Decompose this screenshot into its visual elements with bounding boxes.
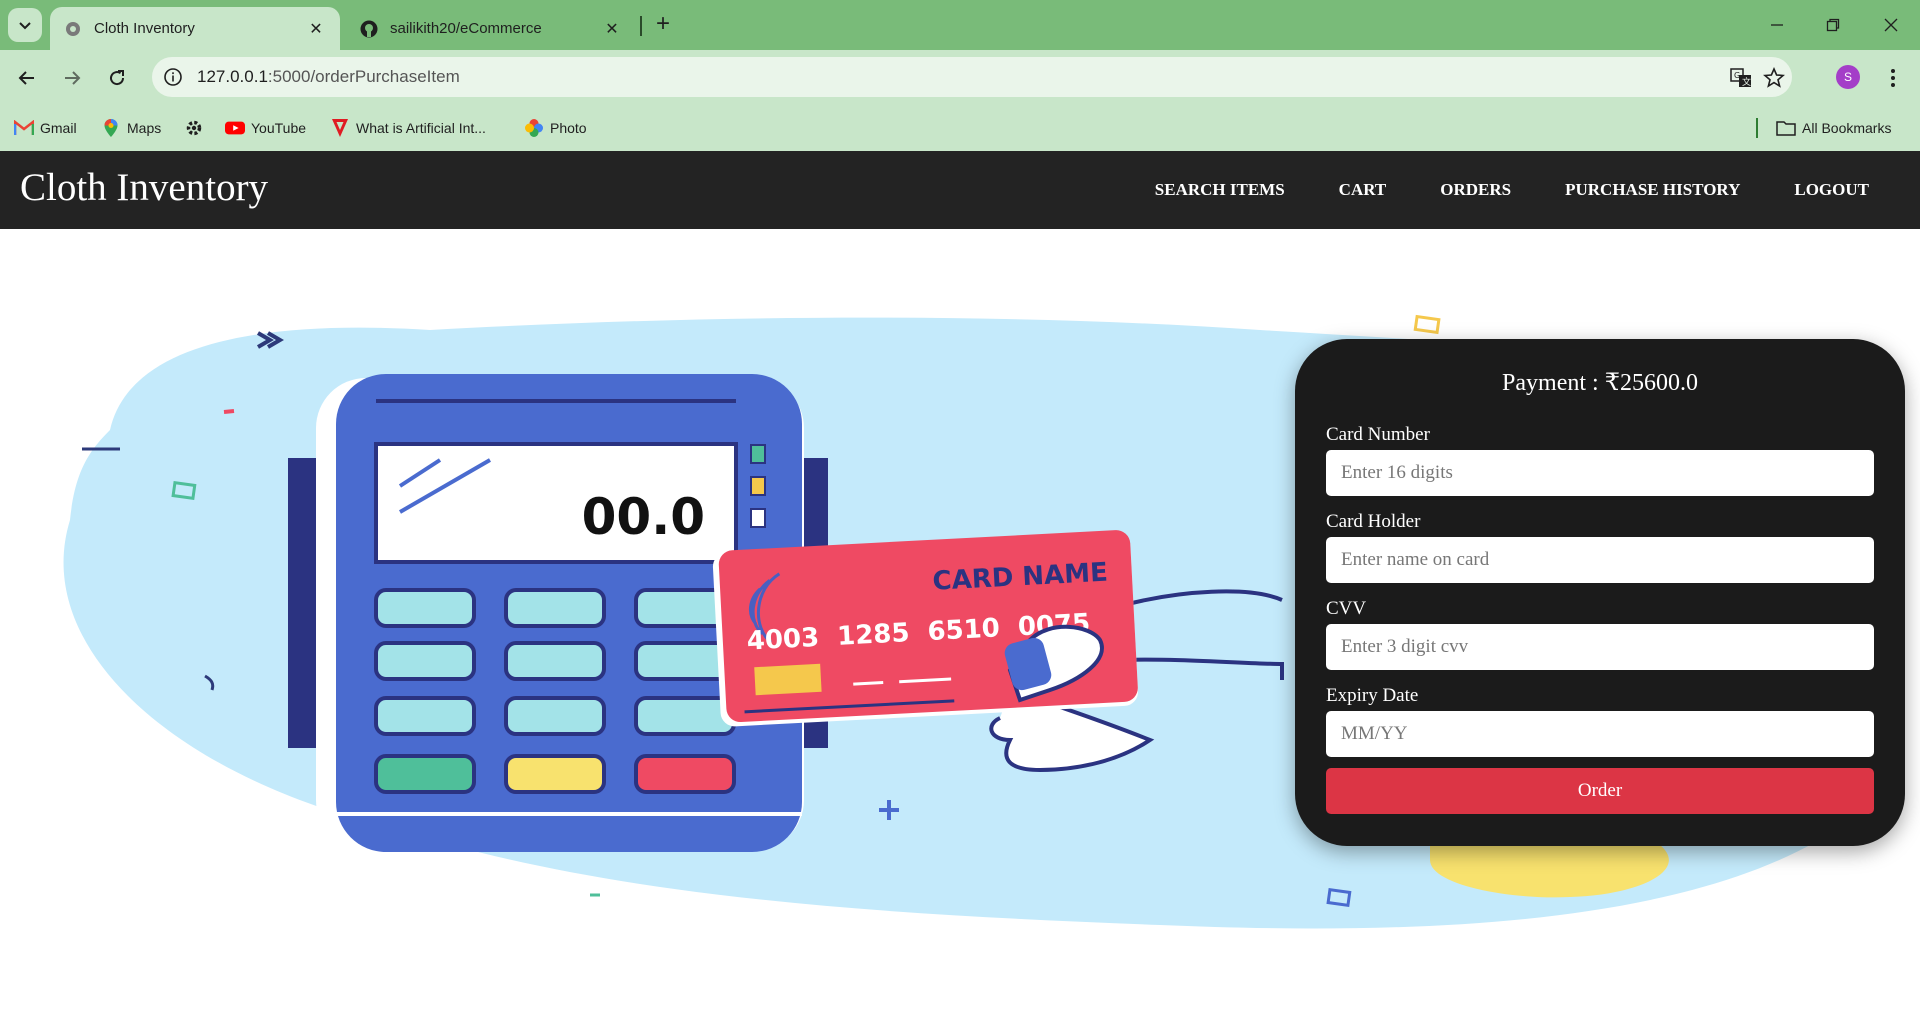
- nav-search-items[interactable]: SEARCH ITEMS: [1155, 180, 1285, 200]
- expiry-date-input[interactable]: [1326, 711, 1874, 757]
- profile-avatar[interactable]: S: [1836, 65, 1860, 89]
- tab-github[interactable]: sailikith20/eCommerce ✕: [346, 7, 636, 50]
- restore-icon: [1826, 18, 1840, 32]
- minimize-button[interactable]: [1752, 8, 1802, 42]
- youtube-icon: [225, 118, 245, 138]
- bookmark-artificial-intelligence[interactable]: What is Artificial Int...: [330, 116, 486, 140]
- url-host: 127.0.0.1: [197, 67, 268, 86]
- tab-search-button[interactable]: [8, 8, 42, 42]
- all-bookmarks[interactable]: All Bookmarks: [1776, 116, 1891, 140]
- card-number-label: Card Number: [1326, 424, 1430, 445]
- github-icon: [360, 20, 378, 38]
- red-dash-decoration: [223, 409, 235, 414]
- bookmark-maps[interactable]: Maps: [101, 116, 161, 140]
- reload-button[interactable]: [102, 63, 132, 93]
- close-window-button[interactable]: [1866, 8, 1916, 42]
- bookmark-label: Gmail: [40, 120, 77, 136]
- tab-title: Cloth Inventory: [94, 20, 195, 37]
- close-icon[interactable]: ✕: [306, 19, 326, 39]
- nav-orders[interactable]: ORDERS: [1440, 180, 1511, 200]
- nav-purchase-history[interactable]: PURCHASE HISTORY: [1565, 180, 1740, 200]
- bookmark-settings[interactable]: [184, 116, 210, 140]
- tab-title: sailikith20/eCommerce: [390, 20, 542, 37]
- bookmark-label: All Bookmarks: [1802, 120, 1892, 136]
- bookmark-label: Maps: [127, 120, 162, 136]
- order-button[interactable]: Order: [1326, 768, 1874, 814]
- nav-logout[interactable]: LOGOUT: [1794, 180, 1869, 200]
- tab-separator: [640, 16, 642, 36]
- terminal-display-text: 00.0: [582, 488, 705, 546]
- maps-icon: [101, 118, 121, 138]
- forward-button[interactable]: [57, 63, 87, 93]
- diamond-decoration-3: [1413, 314, 1441, 335]
- arrow-right-icon: [65, 71, 81, 85]
- globe-icon: [64, 20, 82, 38]
- nav-cart[interactable]: CART: [1339, 180, 1387, 200]
- card-number-input[interactable]: [1326, 450, 1874, 496]
- indicator-green: [750, 444, 766, 464]
- address-bar[interactable]: 127.0.0.1:5000/orderPurchaseItem G文: [152, 57, 1792, 97]
- expiry-date-label: Expiry Date: [1326, 685, 1419, 706]
- star-icon[interactable]: [1761, 65, 1787, 91]
- cvv-input[interactable]: [1326, 624, 1874, 670]
- bookmarks-separator: [1756, 118, 1758, 138]
- svg-text:文: 文: [1742, 76, 1751, 88]
- reload-icon: [110, 70, 125, 86]
- menu-button[interactable]: [1880, 63, 1906, 93]
- bookmark-label: YouTube: [251, 120, 307, 136]
- close-icon[interactable]: ✕: [602, 19, 622, 39]
- bookmark-favicon-icon: [330, 118, 350, 138]
- translate-icon[interactable]: G文: [1728, 65, 1754, 91]
- url-text: 127.0.0.1:5000/orderPurchaseItem: [197, 67, 460, 87]
- bookmark-photo[interactable]: Photo: [524, 116, 587, 140]
- browser-toolbar: 127.0.0.1:5000/orderPurchaseItem G文 S: [0, 50, 1920, 106]
- bookmarks-bar: Gmail Maps YouTube What is Artificial In…: [0, 106, 1920, 151]
- restore-button[interactable]: [1808, 8, 1858, 42]
- card-holder-input[interactable]: [1326, 537, 1874, 583]
- card-holder-label: Card Holder: [1326, 511, 1421, 532]
- payment-amount-title: Payment : ₹25600.0: [1502, 370, 1698, 396]
- cvv-label: CVV: [1326, 598, 1367, 619]
- close-icon: [1884, 18, 1898, 32]
- back-button[interactable]: [12, 63, 42, 93]
- kebab-menu-icon: [1891, 69, 1895, 87]
- minimize-icon: [1771, 24, 1783, 26]
- bookmark-label: What is Artificial Int...: [356, 120, 486, 136]
- gear-icon: [184, 118, 204, 138]
- indicator-yellow: [750, 476, 766, 496]
- photos-icon: [524, 118, 544, 138]
- url-path: :5000/orderPurchaseItem: [267, 67, 460, 86]
- browser-tabstrip: Cloth Inventory ✕ sailikith20/eCommerce …: [0, 0, 1920, 50]
- card-chip: [754, 663, 822, 696]
- svg-text:G: G: [1734, 71, 1740, 80]
- site-navbar: Cloth Inventory SEARCH ITEMS CART ORDERS…: [0, 151, 1920, 229]
- brand-logo[interactable]: Cloth Inventory: [20, 165, 268, 210]
- bookmark-label: Photo: [550, 120, 587, 136]
- site-info-icon[interactable]: [162, 66, 184, 88]
- terminal-side-left: [288, 458, 316, 748]
- new-tab-button[interactable]: +: [650, 12, 676, 38]
- tab-cloth-inventory[interactable]: Cloth Inventory ✕: [50, 7, 340, 50]
- chevron-down-icon: [19, 22, 31, 30]
- bookmark-gmail[interactable]: Gmail: [14, 116, 77, 140]
- arrow-left-icon: [18, 71, 34, 85]
- folder-icon: [1776, 118, 1796, 138]
- payment-form-card: Payment : ₹25600.0 Card Number Card Hold…: [1295, 339, 1905, 846]
- bookmark-youtube[interactable]: YouTube: [225, 116, 306, 140]
- indicator-white: [750, 508, 766, 528]
- nav-links: SEARCH ITEMS CART ORDERS PURCHASE HISTOR…: [1101, 151, 1869, 229]
- gmail-icon: [14, 118, 34, 138]
